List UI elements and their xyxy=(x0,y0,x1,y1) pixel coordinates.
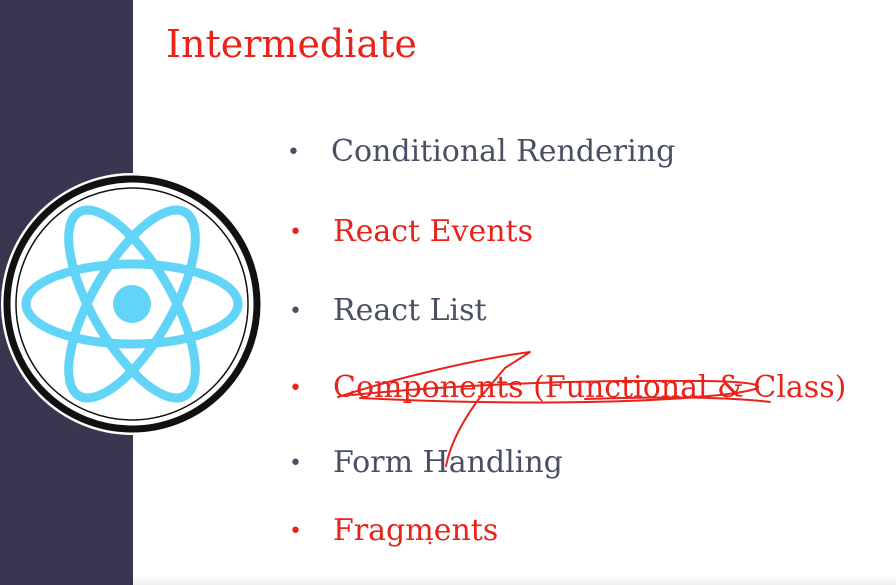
slide-bottom-edge xyxy=(133,575,896,585)
bullet-dot: • xyxy=(289,451,302,476)
topic-react-list: React List xyxy=(333,293,487,328)
topic-form-handling: Form Handling xyxy=(333,445,563,480)
topic-list: • Conditional Rendering • React Events •… xyxy=(0,0,896,585)
topic-fragments: Fragments xyxy=(333,513,499,548)
bullet-dot: • xyxy=(289,220,302,245)
bullet-dot: • xyxy=(289,376,302,401)
topic-components: Components (Functional & Class) xyxy=(333,370,847,405)
bullet-dot: • xyxy=(289,519,302,544)
bullet-dot: • xyxy=(289,299,302,324)
bullet-dot: • xyxy=(287,140,300,165)
topic-conditional-rendering: Conditional Rendering xyxy=(331,134,676,169)
topic-react-events: React Events xyxy=(333,214,533,249)
